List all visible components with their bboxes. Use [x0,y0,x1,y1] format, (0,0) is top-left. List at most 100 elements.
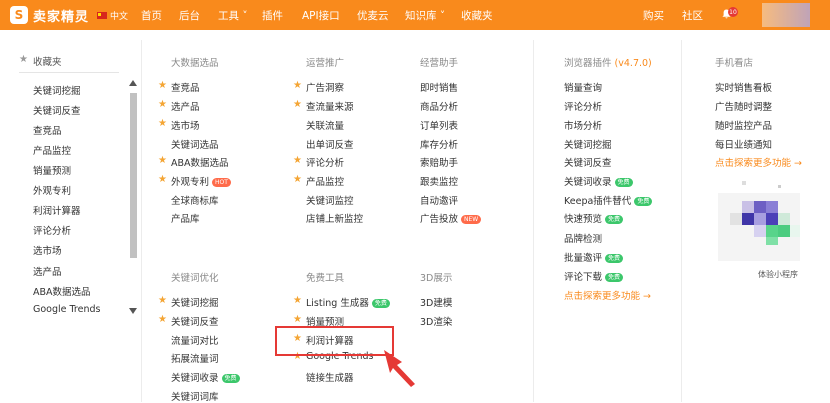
menu-item[interactable]: 出单词反查 [306,137,354,151]
menu-item[interactable]: 实时销售看板 [715,80,772,94]
menu-item[interactable]: 随时监控产品 [715,118,772,132]
nav-knowledge[interactable]: 知识库 ˅ [405,8,445,23]
menu-item[interactable]: 跟卖监控 [420,174,458,188]
star-icon: ★ [158,155,167,166]
free-badge: 免费 [605,273,624,282]
menu-item[interactable]: 即时销售 [420,80,458,94]
favorites-item[interactable]: 销量预测 [33,163,71,177]
favorites-item[interactable]: Google Trends [33,304,100,315]
favorites-item[interactable]: 查竞品 [33,123,62,137]
star-icon: ★ [293,80,302,91]
qr-caption: 体验小程序 [758,270,798,279]
menu-item[interactable]: 3D渲染 [420,314,452,328]
menu-item[interactable]: Listing 生成器 免费 [306,295,390,309]
nav-tools[interactable]: 工具 ˅ [218,8,248,23]
menu-item[interactable]: 流量词对比 [171,333,219,347]
scroll-up-arrow-icon[interactable] [129,80,137,86]
menu-item[interactable]: 关键词收录 免费 [564,174,633,188]
favorites-star-icon: ★ [19,54,28,65]
menu-item[interactable]: 广告随时调整 [715,99,772,113]
star-icon: ★ [158,174,167,185]
menu-item[interactable]: Keepa插件替代 免费 [564,193,653,207]
star-icon: ★ [293,99,302,110]
user-avatar[interactable] [762,3,810,27]
menu-item[interactable]: 关键词挖掘 [171,295,219,309]
menu-item[interactable]: 外观专利 HOT [171,174,231,188]
favorites-item[interactable]: 外观专利 [33,183,71,197]
favorites-item[interactable]: 选产品 [33,264,62,278]
section-title-ops: 运营推广 [306,58,345,69]
highlight-box [275,326,394,356]
menu-item[interactable]: 订单列表 [420,118,458,132]
menu-item[interactable]: 3D建模 [420,295,452,309]
star-icon: ★ [158,314,167,325]
star-icon: ★ [158,295,167,306]
menu-item[interactable]: 关键词反查 [564,155,612,169]
menu-item[interactable]: 品牌检测 [564,231,602,245]
menu-item[interactable]: 关键词选品 [171,137,219,151]
nav-api[interactable]: API接口 [302,8,340,23]
free-badge: 免费 [614,178,633,187]
menu-item[interactable]: 查流量来源 [306,99,354,113]
brand-name: 卖家精灵 [33,9,90,25]
star-icon: ★ [158,80,167,91]
menu-item[interactable]: 关键词反查 [171,314,219,328]
star-icon: ★ [158,118,167,129]
menu-item[interactable]: 销量查询 [564,80,602,94]
menu-item[interactable]: 关键词挖掘 [564,137,612,151]
menu-item[interactable]: 自动邀评 [420,193,458,207]
divider [681,40,682,402]
menu-item[interactable]: 全球商标库 [171,193,219,207]
notification-badge: 10 [728,7,738,17]
menu-item[interactable]: 链接生成器 [306,370,354,384]
menu-item[interactable]: 评论分析 [564,99,602,113]
language-switch[interactable]: 中文 [97,9,128,22]
section-title-browser: 浏览器插件 (v4.7.0) [564,58,652,69]
menu-item[interactable]: ABA数据选品 [171,155,229,169]
menu-item[interactable]: 关联流量 [306,118,344,132]
menu-item[interactable]: 快速预览 免费 [564,211,624,225]
favorites-item[interactable]: ABA数据选品 [33,284,91,298]
scrollbar-thumb[interactable] [130,93,137,258]
menu-item[interactable]: 选市场 [171,118,200,132]
menu-item[interactable]: 关键词监控 [306,193,354,207]
menu-item[interactable]: 评论下载 免费 [564,269,624,283]
menu-item[interactable]: 选产品 [171,99,200,113]
menu-item[interactable]: 产品监控 [306,174,344,188]
favorites-item[interactable]: 产品监控 [33,143,71,157]
nav-buy[interactable]: 购买 [643,8,664,23]
menu-item[interactable]: 广告洞察 [306,80,344,94]
menu-item[interactable]: 商品分析 [420,99,458,113]
favorites-item[interactable]: 利润计算器 [33,203,81,217]
menu-item[interactable]: 库存分析 [420,137,458,151]
free-badge: 免费 [605,254,624,263]
favorites-item[interactable]: 关键词反查 [33,103,81,117]
menu-item[interactable]: 店铺上新监控 [306,211,363,225]
scroll-down-arrow-icon[interactable] [129,308,137,314]
nav-home[interactable]: 首页 [141,8,162,23]
menu-item[interactable]: 关键词词库 [171,389,219,403]
menu-item[interactable]: 广告投放 NEW [420,211,482,225]
favorites-item[interactable]: 评论分析 [33,223,71,237]
menu-item[interactable]: 评论分析 [306,155,344,169]
menu-item[interactable]: 拓展流量词 [171,351,219,365]
brand-logo[interactable]: S 卖家精灵 [10,5,89,25]
favorites-item[interactable]: 关键词挖掘 [33,83,81,97]
free-badge: 免费 [605,215,624,224]
explore-more-link[interactable]: 点击探索更多功能 → [564,288,651,302]
menu-item[interactable]: 查竞品 [171,80,200,94]
menu-item[interactable]: 产品库 [171,211,200,225]
nav-plugins[interactable]: 插件 [262,8,283,23]
nav-community[interactable]: 社区 [682,8,703,23]
menu-item[interactable]: 索赔助手 [420,155,458,169]
nav-favorites[interactable]: 收藏夹 [461,8,493,23]
menu-item[interactable]: 市场分析 [564,118,602,132]
explore-more-link[interactable]: 点击探索更多功能 → [715,155,802,169]
nav-backend[interactable]: 后台 [179,8,200,23]
menu-item[interactable]: 关键词收录 免费 [171,370,240,384]
annotation-arrow-icon [384,350,415,387]
favorites-item[interactable]: 选市场 [33,243,62,257]
nav-youmaiyun[interactable]: 优麦云 [357,8,389,23]
menu-item[interactable]: 每日业绩通知 [715,137,772,151]
menu-item[interactable]: 批量邀评 免费 [564,250,624,264]
